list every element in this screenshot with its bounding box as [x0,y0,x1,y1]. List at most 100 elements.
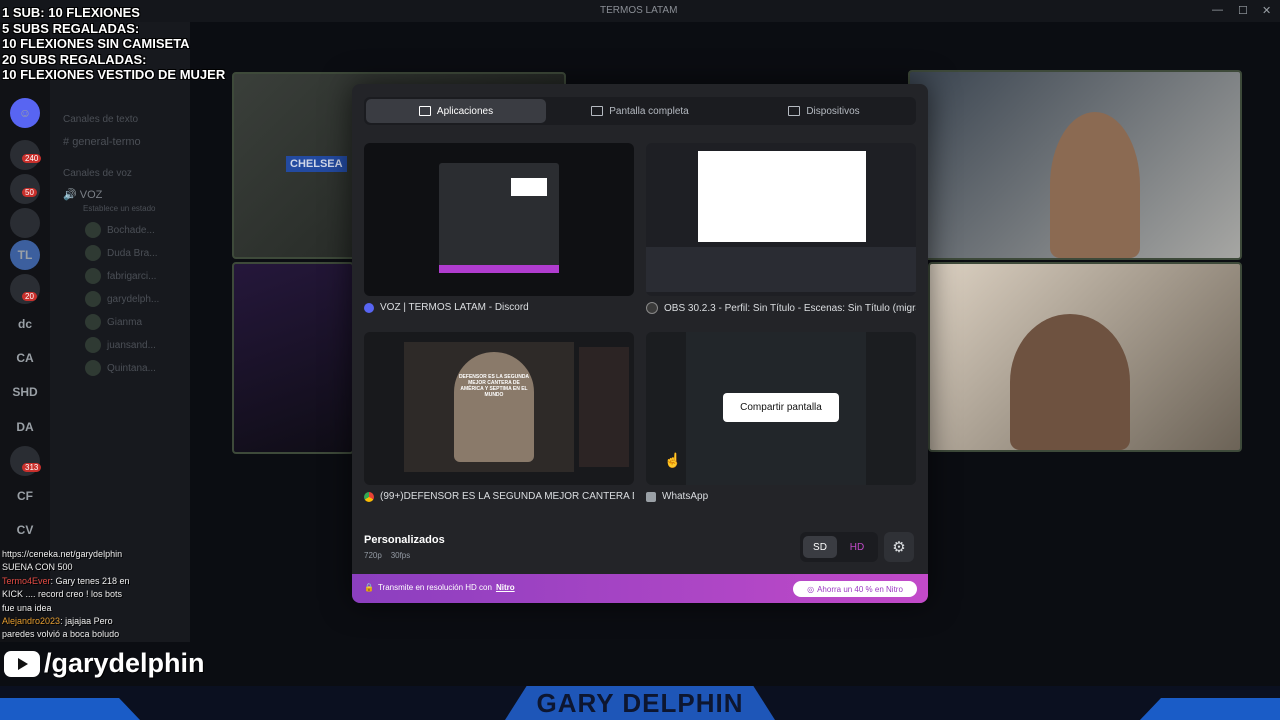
thumb-face [454,352,534,462]
caption-text: WhatsApp [662,491,709,502]
apps-icon [418,106,431,116]
source-card-obs[interactable]: OBS 30.2.3 - Perfil: Sin Título - Escena… [646,143,916,314]
youtube-handle: /garydelphin [4,648,205,679]
source-card-chrome[interactable]: DEFENSOR ES LA SEGUNDA MEJOR CANTERA DE … [364,332,634,502]
tab-dispositivos[interactable]: Dispositivos [734,99,914,123]
obs-icon [646,302,658,314]
server-cf[interactable]: CF [10,481,40,511]
voice-channel-voz[interactable]: 🔊 VOZ [63,188,102,201]
server-dc[interactable]: dc [10,309,40,339]
settings-gear-icon[interactable]: ⚙ [884,532,914,562]
hd-option[interactable]: HD [840,536,874,558]
nitro-offer-button[interactable]: ◎ Ahorra un 40 % en Nitro [793,581,917,597]
chat-line: SUENA CON 500 [2,562,73,573]
sd-option[interactable]: SD [803,536,837,558]
server-tl[interactable]: TL [10,240,40,270]
source-card-discord[interactable]: VOZ | TERMOS LATAM - Discord [364,143,634,313]
window-icon [646,491,656,502]
user-name: juansand... [107,339,156,351]
text-category[interactable]: Canales de texto [63,114,138,125]
source-card-whatsapp[interactable]: Compartir pantalla WhatsApp [646,332,916,502]
server-shd[interactable]: SHD [10,377,40,407]
voice-user[interactable]: Quintana... [85,360,156,376]
avatar [85,337,101,353]
voice-user[interactable]: Gianma [85,314,142,330]
minimize-button[interactable]: — [1212,4,1223,16]
nitro-link[interactable]: Nitro [496,583,515,592]
avatar [85,268,101,284]
tab-aplicaciones[interactable]: Aplicaciones [366,99,546,123]
compartir-pantalla-button[interactable]: Compartir pantalla [723,393,839,422]
channel-label: general-termo [72,136,141,148]
avatar [85,360,101,376]
bottom-banner: GARY DELPHIN [0,686,1280,720]
goal-line: 10 FLEXIONES VESTIDO DE MUJER [2,67,226,83]
monitor-icon [591,106,604,116]
discord-home-icon[interactable]: ☺ [10,98,40,128]
stream-goals: 1 SUB: 10 FLEXIONES 5 SUBS REGALADAS: 10… [2,5,225,83]
source-thumbnail[interactable]: Compartir pantalla [646,332,916,485]
goal-line: 10 FLEXIONES SIN CAMISETA [2,36,190,52]
user-name: garydelph... [107,293,160,305]
caption-text: VOZ | TERMOS LATAM - Discord [380,302,529,313]
source-caption: VOZ | TERMOS LATAM - Discord [364,302,634,313]
voice-user[interactable]: juansand... [85,337,156,353]
source-thumbnail[interactable] [364,143,634,296]
window-title: TERMOS LATAM [600,5,678,16]
voice-category[interactable]: Canales de voz [63,168,132,179]
quality-toggle: SD HD [800,532,878,562]
channel-label: VOZ [79,189,103,201]
server-da[interactable]: DA [10,412,40,442]
thumb-obs-panels [646,247,916,292]
chat-user: Termo4Ever [2,575,51,586]
banner-stripe [0,698,140,720]
caption-text: (99+)DEFENSOR ES LA SEGUNDA MEJOR CANTER… [380,491,634,502]
thumb-nitro-bar [439,265,559,273]
voice-user[interactable]: fabrigarci... [85,268,156,284]
caption-text: OBS 30.2.3 - Perfil: Sin Título - Escena… [664,302,916,314]
goal-line: 1 SUB: 10 FLEXIONES [2,5,140,20]
user-name: Duda Bra... [107,247,158,259]
nitro-offer-label: Ahorra un 40 % en Nitro [817,584,903,594]
camera-icon [788,106,801,116]
streamer-figure [1010,314,1130,450]
avatar [85,222,101,238]
chat-line: https://ceneka.net/garydelphin [2,549,123,559]
tab-pantalla-completa[interactable]: Pantalla completa [550,99,730,123]
voice-status: Establece un estado [83,204,156,213]
video-tile[interactable] [928,262,1242,452]
preset-details: 720p 30fps [364,551,445,560]
chat-user: Alejandro2023 [2,616,61,627]
server-badge: 240 [22,154,42,163]
youtube-icon [4,650,40,677]
user-name: Bochade... [107,224,155,236]
source-caption: WhatsApp [646,491,916,502]
source-thumbnail[interactable] [646,143,916,296]
server-badge: 313 [22,463,42,472]
maximize-button[interactable]: ☐ [1238,4,1248,17]
voice-user[interactable]: garydelph... [85,291,159,307]
user-name: fabrigarci... [107,270,157,282]
nitro-icon: ◎ [807,584,815,594]
close-button[interactable]: ✕ [1262,4,1271,17]
avatar [85,314,101,330]
quality-preset: Personalizados 720p 30fps [364,534,445,560]
video-tile[interactable] [908,70,1242,260]
server-cv[interactable]: CV [10,515,40,545]
server-icon[interactable] [10,208,40,238]
video-tile[interactable] [232,262,354,454]
chat-message: Termo4Ever: Gary tenes 218 en KICK .... … [2,575,137,615]
server-ca[interactable]: CA [10,343,40,373]
banner-stripe [1140,698,1280,720]
thumb-headline: DEFENSOR ES LA SEGUNDA MEJOR CANTERA DE … [458,374,530,398]
user-name: Gianma [107,316,143,328]
nitro-message: 🔒 Transmite en resolución HD con Nitro [364,583,515,592]
source-thumbnail[interactable]: DEFENSOR ES LA SEGUNDA MEJOR CANTERA DE … [364,332,634,485]
voice-user[interactable]: Duda Bra... [85,245,158,261]
screen-share-modal: Aplicaciones Pantalla completa Dispositi… [352,84,928,603]
preset-resolution: 720p [364,551,382,560]
chat-message: Alejandro2023: jajajaa Pero paredes volv… [2,615,137,642]
channel-general-termo[interactable]: # general-termo [63,136,141,148]
user-name: Quintana... [107,362,156,374]
voice-user[interactable]: Bochade... [85,222,155,238]
